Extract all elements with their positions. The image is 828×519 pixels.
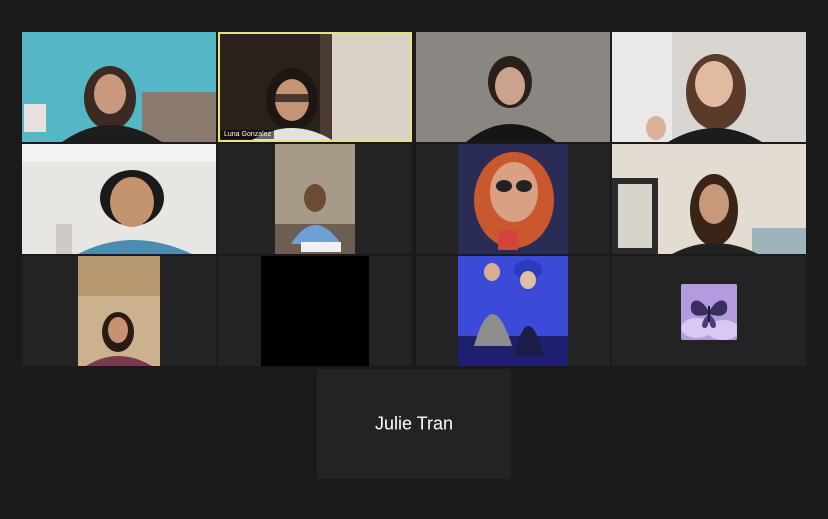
participant-video-8 — [612, 144, 806, 254]
butterfly-icon — [681, 284, 737, 340]
participant-name-tag: Luna Gonzalez — [221, 130, 275, 139]
participant-video-7 — [458, 144, 568, 254]
participant-video-9 — [78, 256, 160, 366]
participant-tile-10[interactable] — [218, 256, 412, 366]
participant-tile-5[interactable] — [22, 144, 216, 254]
participant-tile-4[interactable] — [612, 32, 806, 142]
participant-tile-13[interactable]: Julie Tran — [317, 369, 511, 479]
participant-video-6 — [275, 144, 355, 254]
participant-tile-7[interactable] — [416, 144, 610, 254]
participant-tile-11[interactable] — [416, 256, 610, 366]
participant-tile-8[interactable] — [612, 144, 806, 254]
participant-video-3 — [416, 32, 610, 142]
participant-name-label: Julie Tran — [374, 413, 454, 434]
participant-video-11 — [458, 256, 568, 366]
participant-tile-1[interactable] — [22, 32, 216, 142]
participant-tile-2[interactable]: Luna Gonzalez — [218, 32, 412, 142]
participant-tile-3[interactable] — [416, 32, 610, 142]
participant-video-2 — [220, 34, 410, 140]
participant-tile-6[interactable] — [218, 144, 412, 254]
participant-video-1 — [22, 32, 216, 142]
participant-video-4 — [612, 32, 806, 142]
participant-video-5 — [22, 144, 216, 254]
participant-video-10 — [261, 256, 369, 366]
participant-tile-9[interactable] — [22, 256, 216, 366]
participant-tile-12[interactable] — [612, 256, 806, 366]
